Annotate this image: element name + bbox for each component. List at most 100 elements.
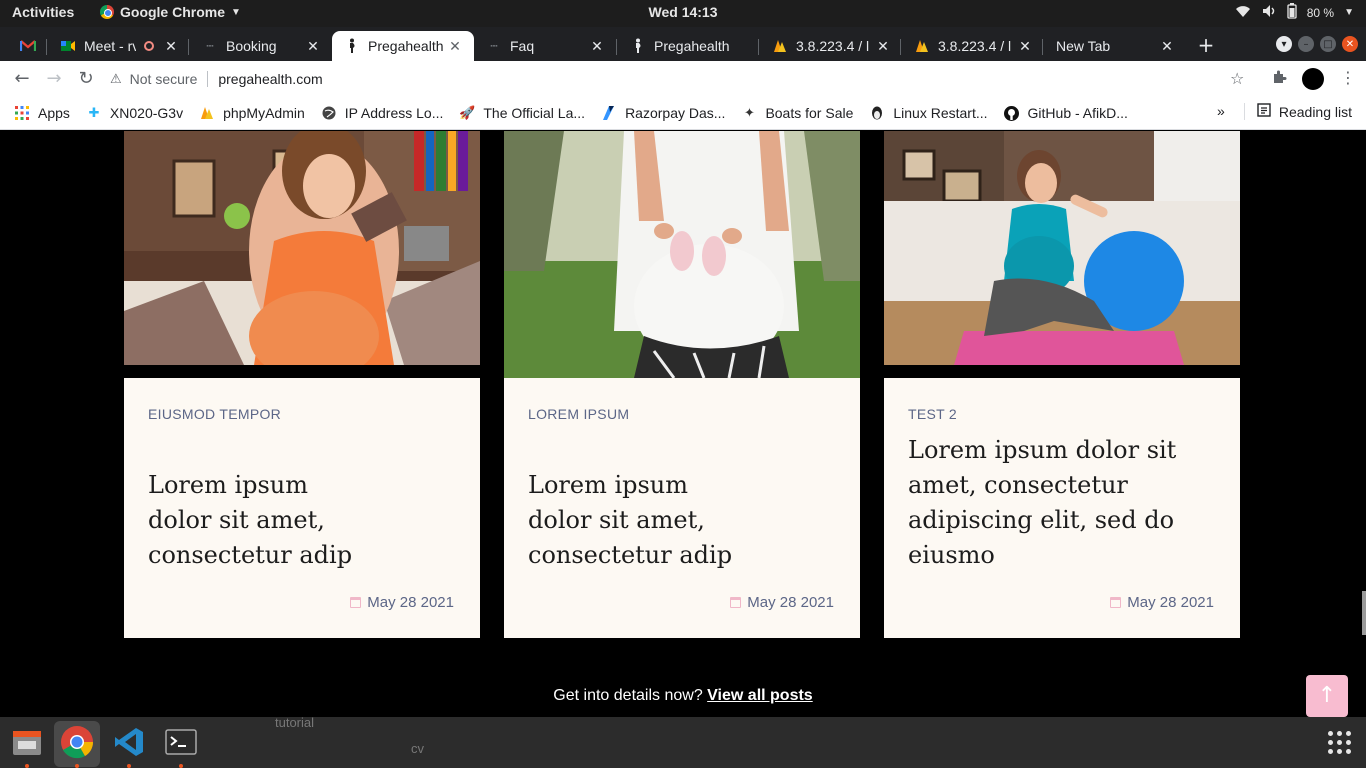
tab-new-tab[interactable]: New Tab ✕ [1044, 31, 1186, 61]
close-icon[interactable]: ✕ [588, 38, 606, 55]
ubuntu-dock: tutorial cv [0, 715, 1366, 768]
running-indicator [25, 764, 29, 768]
window-controls: ▾ – □ ✕ [1276, 36, 1358, 52]
post-category[interactable]: LOREM IPSUM [528, 406, 629, 422]
post-image[interactable] [124, 131, 480, 365]
dock-files[interactable] [4, 721, 50, 768]
close-icon[interactable]: ✕ [304, 38, 322, 55]
github-icon [1004, 105, 1020, 121]
post-image[interactable] [884, 131, 1240, 365]
bookmark-official-la[interactable]: 🚀 The Official La... [459, 105, 585, 121]
address-bar[interactable]: ⚠ Not secure pregahealth.com [110, 65, 1260, 93]
reading-list-button[interactable]: Reading list [1243, 103, 1352, 120]
clock[interactable]: Wed 14:13 [0, 4, 1366, 20]
close-window-icon[interactable]: ✕ [1342, 36, 1358, 52]
compass-icon: ✦ [743, 105, 755, 120]
tab-gmail[interactable] [10, 31, 46, 61]
phpmyadmin-icon [914, 38, 930, 54]
running-indicator [179, 764, 183, 768]
running-indicator [127, 764, 131, 768]
tab-booking[interactable]: ┄ Booking ✕ [190, 31, 332, 61]
tab-search-icon[interactable]: ▾ [1276, 36, 1292, 52]
view-all-posts-cta: Get into details now? View all posts [0, 687, 1366, 705]
card-body: EIUSMOD TEMPOR Lorem ipsum dolor sit ame… [124, 378, 480, 638]
bookmark-xn020[interactable]: ✚ XN020-G3v [86, 105, 183, 121]
system-tray[interactable]: 80 % ▼ [1235, 3, 1354, 22]
post-category[interactable]: EIUSMOD TEMPOR [148, 406, 281, 422]
post-category[interactable]: TEST 2 [908, 406, 957, 422]
bookmarks-overflow-icon[interactable]: » [1217, 103, 1225, 119]
close-icon[interactable]: ✕ [162, 38, 180, 55]
dock-chrome[interactable] [54, 721, 100, 768]
tab-title: Faq [510, 38, 535, 54]
tab-separator [1042, 39, 1043, 55]
bookmark-label: Linux Restart... [893, 105, 988, 121]
volume-icon [1261, 4, 1277, 21]
post-image[interactable] [504, 131, 860, 378]
extensions-puzzle-icon[interactable] [1271, 69, 1287, 89]
view-all-posts-link[interactable]: View all posts [707, 687, 813, 704]
minimize-icon[interactable]: – [1298, 36, 1314, 52]
post-date-text: May 28 2021 [367, 594, 454, 611]
menu-kebab-icon[interactable]: ⋮ [1340, 68, 1356, 87]
bookmark-star-icon[interactable]: ☆ [1230, 69, 1244, 88]
calendar-icon [350, 597, 362, 608]
bookmark-label: Apps [38, 105, 70, 121]
post-title[interactable]: Lorem ipsum dolor sit amet, consectetur … [908, 433, 1208, 573]
tab-pregahealth-active[interactable]: Pregahealth ✕ [332, 31, 474, 61]
reading-list-icon [1257, 103, 1271, 120]
bookmark-apps[interactable]: Apps [14, 105, 70, 121]
profile-avatar[interactable] [1302, 68, 1324, 90]
post-title[interactable]: Lorem ipsum dolor sit amet, consectetur … [148, 468, 368, 573]
forward-arrow-icon[interactable]: → [42, 67, 66, 91]
bookmarks-bar: Apps ✚ XN020-G3v phpMyAdmin IP Address L… [0, 97, 1366, 130]
scroll-to-top-button[interactable]: ↑ [1306, 675, 1348, 717]
post-date-text: May 28 2021 [1127, 594, 1214, 611]
close-icon[interactable]: ✕ [1016, 38, 1034, 55]
phpmyadmin-icon [199, 105, 215, 121]
google-meet-icon [60, 38, 76, 54]
tab-strip: Meet - rv ✕ ┄ Booking ✕ Pregahealth ✕ ┄ … [0, 27, 1366, 61]
recording-icon [144, 41, 154, 51]
close-icon[interactable]: ✕ [446, 38, 464, 55]
show-applications-icon[interactable] [1328, 731, 1351, 754]
tab-meet[interactable]: Meet - rv ✕ [48, 31, 190, 61]
chevron-down-icon: ▼ [1344, 7, 1354, 18]
arrow-up-icon: ↑ [1317, 683, 1337, 708]
post-title[interactable]: Lorem ipsum dolor sit amet, consectetur … [528, 468, 748, 573]
security-label[interactable]: Not secure [130, 71, 198, 87]
maximize-icon[interactable]: □ [1320, 36, 1336, 52]
chrome-icon [60, 725, 94, 763]
tab-pregahealth[interactable]: Pregahealth [618, 31, 760, 61]
tab-title: 3.8.223.4 / l [796, 38, 870, 54]
bookmark-ip-address[interactable]: IP Address Lo... [321, 105, 443, 121]
bookmark-phpmyadmin[interactable]: phpMyAdmin [199, 105, 305, 121]
bookmark-boats[interactable]: ✦ Boats for Sale [741, 105, 853, 121]
tab-faq[interactable]: ┄ Faq ✕ [474, 31, 616, 61]
bookmark-razorpay[interactable]: Razorpay Das... [601, 105, 725, 121]
pregnant-woman-icon [630, 38, 646, 54]
bookmark-github[interactable]: GitHub - AfikD... [1004, 105, 1128, 121]
dock-terminal[interactable] [158, 721, 204, 768]
reload-icon[interactable]: ↻ [74, 67, 98, 91]
back-arrow-icon[interactable]: ← [10, 67, 34, 91]
close-icon[interactable]: ✕ [1158, 38, 1176, 55]
url-text[interactable]: pregahealth.com [218, 71, 322, 87]
omnibox-divider [207, 71, 209, 87]
dock-vscode[interactable] [106, 721, 152, 768]
bookmark-linux-restart[interactable]: Linux Restart... [869, 105, 988, 121]
linux-icon [869, 105, 885, 121]
tab-title: Pregahealth [654, 38, 730, 54]
desktop-folder-label[interactable]: tutorial [275, 715, 314, 730]
file-manager-icon [11, 727, 43, 761]
card-body: LOREM IPSUM Lorem ipsum dolor sit amet, … [504, 378, 860, 638]
new-tab-button[interactable]: + [1196, 33, 1216, 57]
page-scrollbar[interactable] [1362, 591, 1366, 635]
warning-icon[interactable]: ⚠ [110, 71, 122, 87]
tab-phpmyadmin-2[interactable]: 3.8.223.4 / l ✕ [902, 31, 1044, 61]
tab-phpmyadmin-1[interactable]: 3.8.223.4 / l ✕ [760, 31, 902, 61]
close-icon[interactable]: ✕ [874, 38, 892, 55]
desktop-folder-label[interactable]: cv [411, 741, 424, 756]
page-viewport: EIUSMOD TEMPOR Lorem ipsum dolor sit ame… [0, 131, 1366, 717]
wifi-icon [1235, 4, 1251, 21]
